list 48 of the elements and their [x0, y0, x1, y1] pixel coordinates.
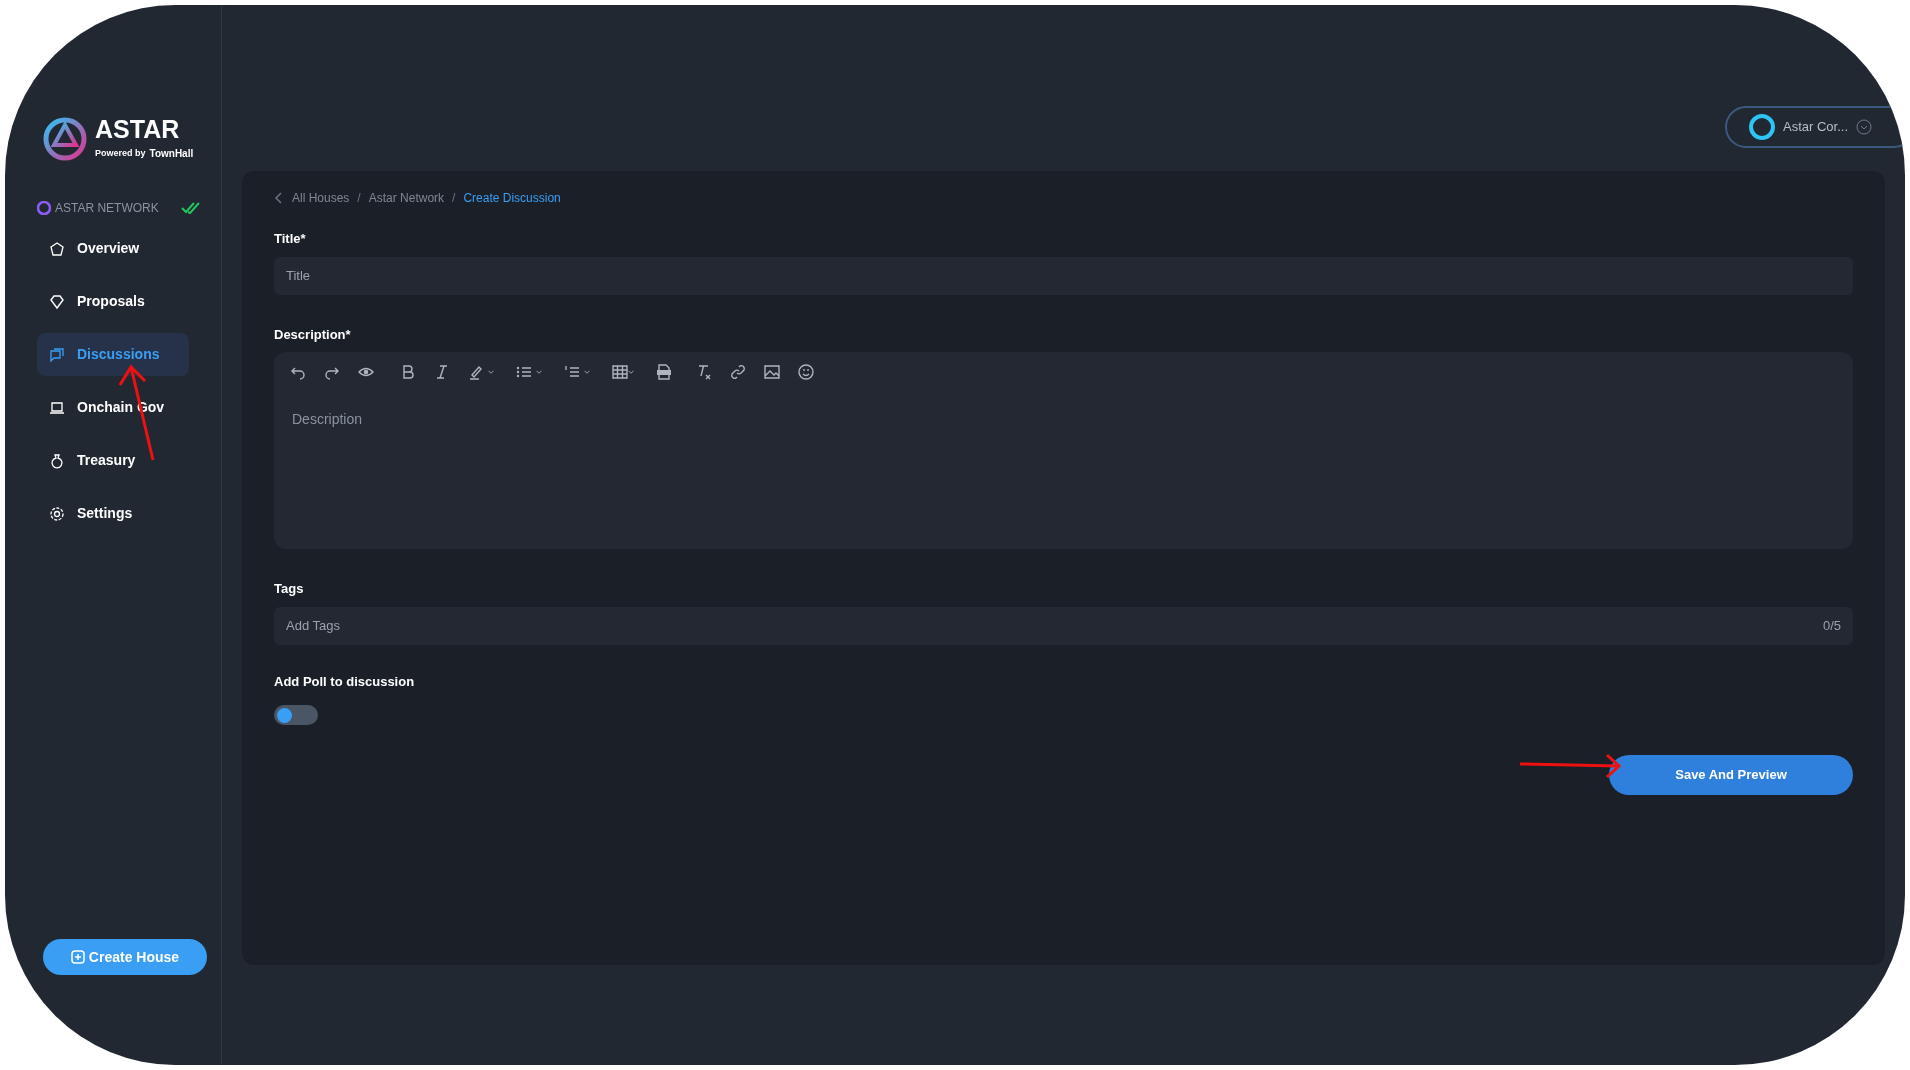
bold-icon[interactable] — [400, 364, 416, 380]
nav-item[interactable]: Settings — [37, 492, 189, 535]
breadcrumb-link[interactable]: Astar Network — [368, 189, 445, 207]
breadcrumb-separator: / — [357, 190, 361, 207]
logo-icon — [43, 117, 87, 161]
title-field[interactable]: Title — [274, 256, 1853, 295]
powered-by-text: Powered by — [95, 146, 146, 160]
breadcrumb-separator: / — [452, 190, 456, 207]
plus-icon — [70, 950, 85, 964]
numbered-list-icon[interactable] — [564, 364, 580, 380]
description-editor[interactable]: Description — [274, 352, 1853, 549]
field-label: Title* — [274, 230, 307, 248]
platform-name: TownHall — [149, 147, 194, 161]
file-icon[interactable] — [656, 364, 672, 380]
nav-item[interactable]: Overview — [37, 227, 189, 270]
house-logo-icon — [37, 201, 51, 215]
field-label: Add Poll to discussion — [274, 672, 416, 691]
field-label: Tags — [274, 580, 305, 598]
chat-icon — [49, 346, 65, 363]
image-icon[interactable] — [764, 364, 780, 380]
smiley-icon[interactable] — [798, 364, 814, 380]
clear-format-icon[interactable] — [696, 364, 712, 380]
settings-icon — [49, 505, 65, 522]
account-switcher[interactable]: Astar Cor... — [1725, 106, 1905, 148]
avatar-icon — [1749, 114, 1775, 140]
highlighter-icon[interactable] — [468, 364, 484, 380]
field-label: Description* — [274, 325, 352, 344]
brand-name: ASTAR — [95, 117, 181, 142]
bullet-list-icon[interactable] — [516, 364, 532, 380]
diamond-icon — [49, 293, 65, 310]
chevron-down-icon — [1856, 119, 1873, 135]
save-and-preview-button[interactable]: Save And Preview — [1609, 755, 1853, 795]
italic-icon[interactable] — [434, 364, 450, 380]
back-chevron-icon[interactable] — [274, 192, 284, 204]
breadcrumb-link[interactable]: All Houses — [292, 189, 350, 207]
nav-item[interactable]: Discussions — [37, 333, 189, 376]
tags-field[interactable]: Add Tags 0/5 — [274, 606, 1853, 645]
poll-toggle[interactable] — [274, 705, 318, 725]
description-placeholder: Description — [292, 410, 364, 429]
nav-item[interactable]: Treasury — [37, 439, 189, 482]
link-icon[interactable] — [730, 364, 746, 380]
laptop-icon — [49, 399, 65, 416]
breadcrumb-link[interactable]: Create Discussion — [463, 189, 561, 207]
table-icon[interactable] — [612, 364, 628, 380]
tag-count: 0/5 — [1822, 616, 1841, 635]
nav-item[interactable]: Proposals — [37, 280, 189, 323]
house-name: ASTAR NETWORK — [55, 200, 159, 217]
house-icon — [49, 240, 65, 257]
